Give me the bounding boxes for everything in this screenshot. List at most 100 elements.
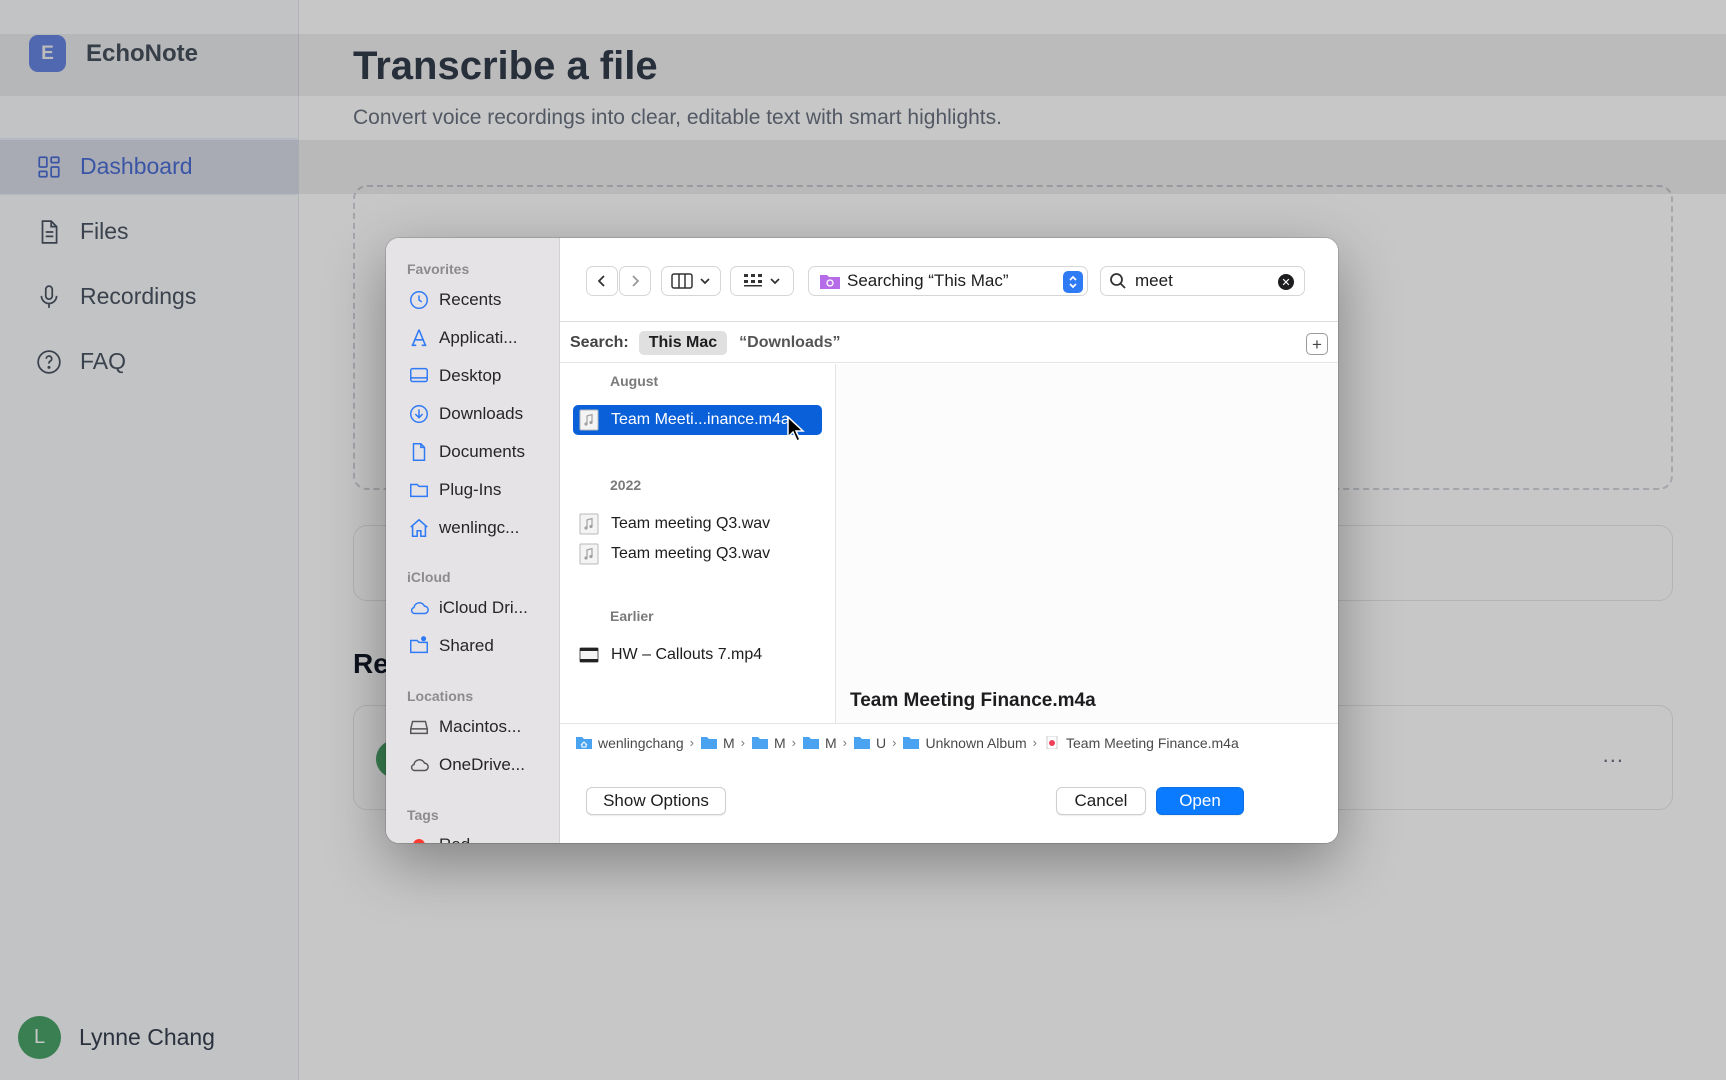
file-name: Team Meeti...inance.m4a	[611, 411, 790, 428]
sidebar-item-downloads[interactable]: Downloads	[408, 399, 523, 429]
sidebar-item-shared[interactable]: Shared	[408, 631, 494, 661]
home-icon	[410, 518, 428, 538]
view-mode-button[interactable]	[661, 266, 721, 296]
search-value: meet	[1135, 271, 1173, 290]
mouse-pointer-icon	[787, 416, 805, 442]
path-item[interactable]: Unknown Album	[903, 734, 1027, 751]
path-item[interactable]: wenlingchang	[576, 735, 684, 751]
forward-button[interactable]	[619, 266, 651, 296]
dialog-footer: Show Options Cancel Open	[560, 761, 1338, 843]
sidebar-item-macintosh-hd[interactable]: Macintos...	[408, 712, 521, 742]
sidebar-item-label: Downloads	[439, 404, 524, 423]
applications-icon	[411, 329, 427, 347]
audio-file-icon	[579, 513, 599, 535]
path-label: M	[773, 734, 786, 751]
updown-chevron-icon	[1063, 271, 1083, 293]
path-label: Unknown Album	[925, 734, 1027, 751]
sidebar-item-applications[interactable]: Applicati...	[408, 323, 517, 353]
file-name: HW – Callouts 7.mp4	[611, 646, 763, 663]
sidebar-item-label: wenlingc...	[439, 518, 520, 537]
clock-icon	[410, 291, 428, 309]
download-icon	[410, 405, 428, 423]
sidebar-item-label: Plug-Ins	[439, 480, 502, 499]
path-item[interactable]: M	[700, 734, 735, 751]
path-label: wenlingchang	[598, 734, 684, 751]
sidebar-item-label: Red	[439, 835, 470, 843]
list-item[interactable]: HW – Callouts 7.mp4	[573, 640, 822, 670]
scope-this-mac[interactable]: This Mac	[638, 330, 728, 355]
sidebar-item-label: Shared	[439, 636, 494, 655]
desktop-icon	[410, 367, 428, 383]
preview-pane: Team Meeting Finance.m4a	[836, 364, 1338, 723]
list-item[interactable]: Team Meeti...inance.m4a	[573, 405, 822, 435]
cancel-button[interactable]: Cancel	[1056, 787, 1146, 815]
shared-folder-icon	[410, 636, 428, 654]
sidebar-item-desktop[interactable]: Desktop	[408, 361, 501, 391]
path-separator-icon: ›	[892, 735, 897, 750]
path-label: M	[722, 734, 735, 751]
path-item[interactable]: M	[803, 735, 837, 751]
search-icon	[1110, 273, 1126, 289]
sidebar-item-plug-ins[interactable]: Plug-Ins	[408, 475, 501, 505]
chevron-down-icon	[700, 278, 710, 285]
overlay-band	[0, 140, 1726, 194]
folder-icon	[751, 737, 768, 749]
folder-icon	[700, 737, 717, 749]
group-header: 2022	[610, 477, 642, 493]
list-item[interactable]: Team meeting Q3.wav	[573, 509, 822, 539]
path-item[interactable]: U	[854, 735, 886, 751]
folder-icon	[410, 483, 428, 498]
audio-file-icon	[579, 543, 599, 565]
sidebar-item-label: iCloud Dri...	[439, 598, 528, 617]
path-item[interactable]: M	[751, 734, 786, 751]
location-dropdown[interactable]: Searching “This Mac”	[808, 266, 1088, 296]
section-favorites: Favorites	[407, 261, 470, 277]
folder-icon	[803, 737, 819, 749]
audio-file-icon	[579, 409, 599, 431]
sidebar-item-recents[interactable]: Recents	[408, 285, 501, 315]
path-bar: wenlingchang › M › M › M › U › Unknown A…	[560, 723, 1338, 761]
sidebar-item-label: Recents	[439, 290, 502, 309]
list-item[interactable]: Team meeting Q3.wav	[573, 539, 822, 569]
preview-title: Team Meeting Finance.m4a	[850, 690, 1096, 711]
open-button[interactable]: Open	[1156, 787, 1244, 815]
smart-folder-icon	[820, 275, 840, 289]
path-item[interactable]: Team Meeting Finance.m4a	[1044, 735, 1239, 751]
section-locations: Locations	[407, 688, 474, 704]
music-file-icon	[1046, 736, 1058, 749]
sidebar-item-label: Documents	[439, 442, 525, 461]
cloud-icon	[410, 759, 429, 772]
sidebar-item-icloud-drive[interactable]: iCloud Dri...	[408, 593, 528, 623]
scope-label: Search:	[570, 333, 629, 351]
back-button[interactable]	[586, 266, 618, 296]
section-icloud: iCloud	[407, 569, 451, 585]
tag-color-icon	[413, 839, 425, 843]
path-separator-icon: ›	[1032, 735, 1037, 750]
clear-search-icon[interactable]: ✕	[1278, 274, 1294, 290]
path-separator-icon: ›	[791, 735, 796, 750]
dialog-toolbar: Searching “This Mac” meet ✕	[560, 238, 1338, 322]
sidebar-item-label: Macintos...	[439, 717, 522, 736]
section-tags: Tags	[407, 807, 439, 823]
scope-downloads[interactable]: “Downloads”	[739, 334, 840, 352]
folder-icon	[854, 737, 871, 749]
dialog-main: Searching “This Mac” meet ✕ Search: This…	[560, 238, 1338, 843]
location-label: Searching “This Mac”	[847, 271, 1009, 290]
group-by-button[interactable]	[730, 266, 794, 296]
chevron-left-icon	[597, 275, 605, 287]
search-input[interactable]: meet ✕	[1100, 266, 1305, 296]
sidebar-item-home[interactable]: wenlingc...	[408, 513, 519, 543]
path-label: Team Meeting Finance.m4a	[1066, 734, 1239, 751]
chevron-right-icon	[632, 275, 640, 287]
add-criteria-button[interactable]: +	[1306, 333, 1328, 355]
sidebar-item-documents[interactable]: Documents	[408, 437, 525, 467]
disk-icon	[410, 720, 428, 735]
video-file-icon	[579, 647, 599, 663]
sidebar-item-onedrive[interactable]: OneDrive...	[408, 750, 525, 780]
path-separator-icon: ›	[842, 735, 848, 750]
home-folder-icon	[576, 737, 592, 749]
sidebar-item-tag-red[interactable]: Red	[408, 830, 470, 843]
show-options-button[interactable]: Show Options	[586, 787, 726, 815]
group-header: August	[610, 373, 659, 389]
file-name: Team meeting Q3.wav	[611, 545, 771, 562]
